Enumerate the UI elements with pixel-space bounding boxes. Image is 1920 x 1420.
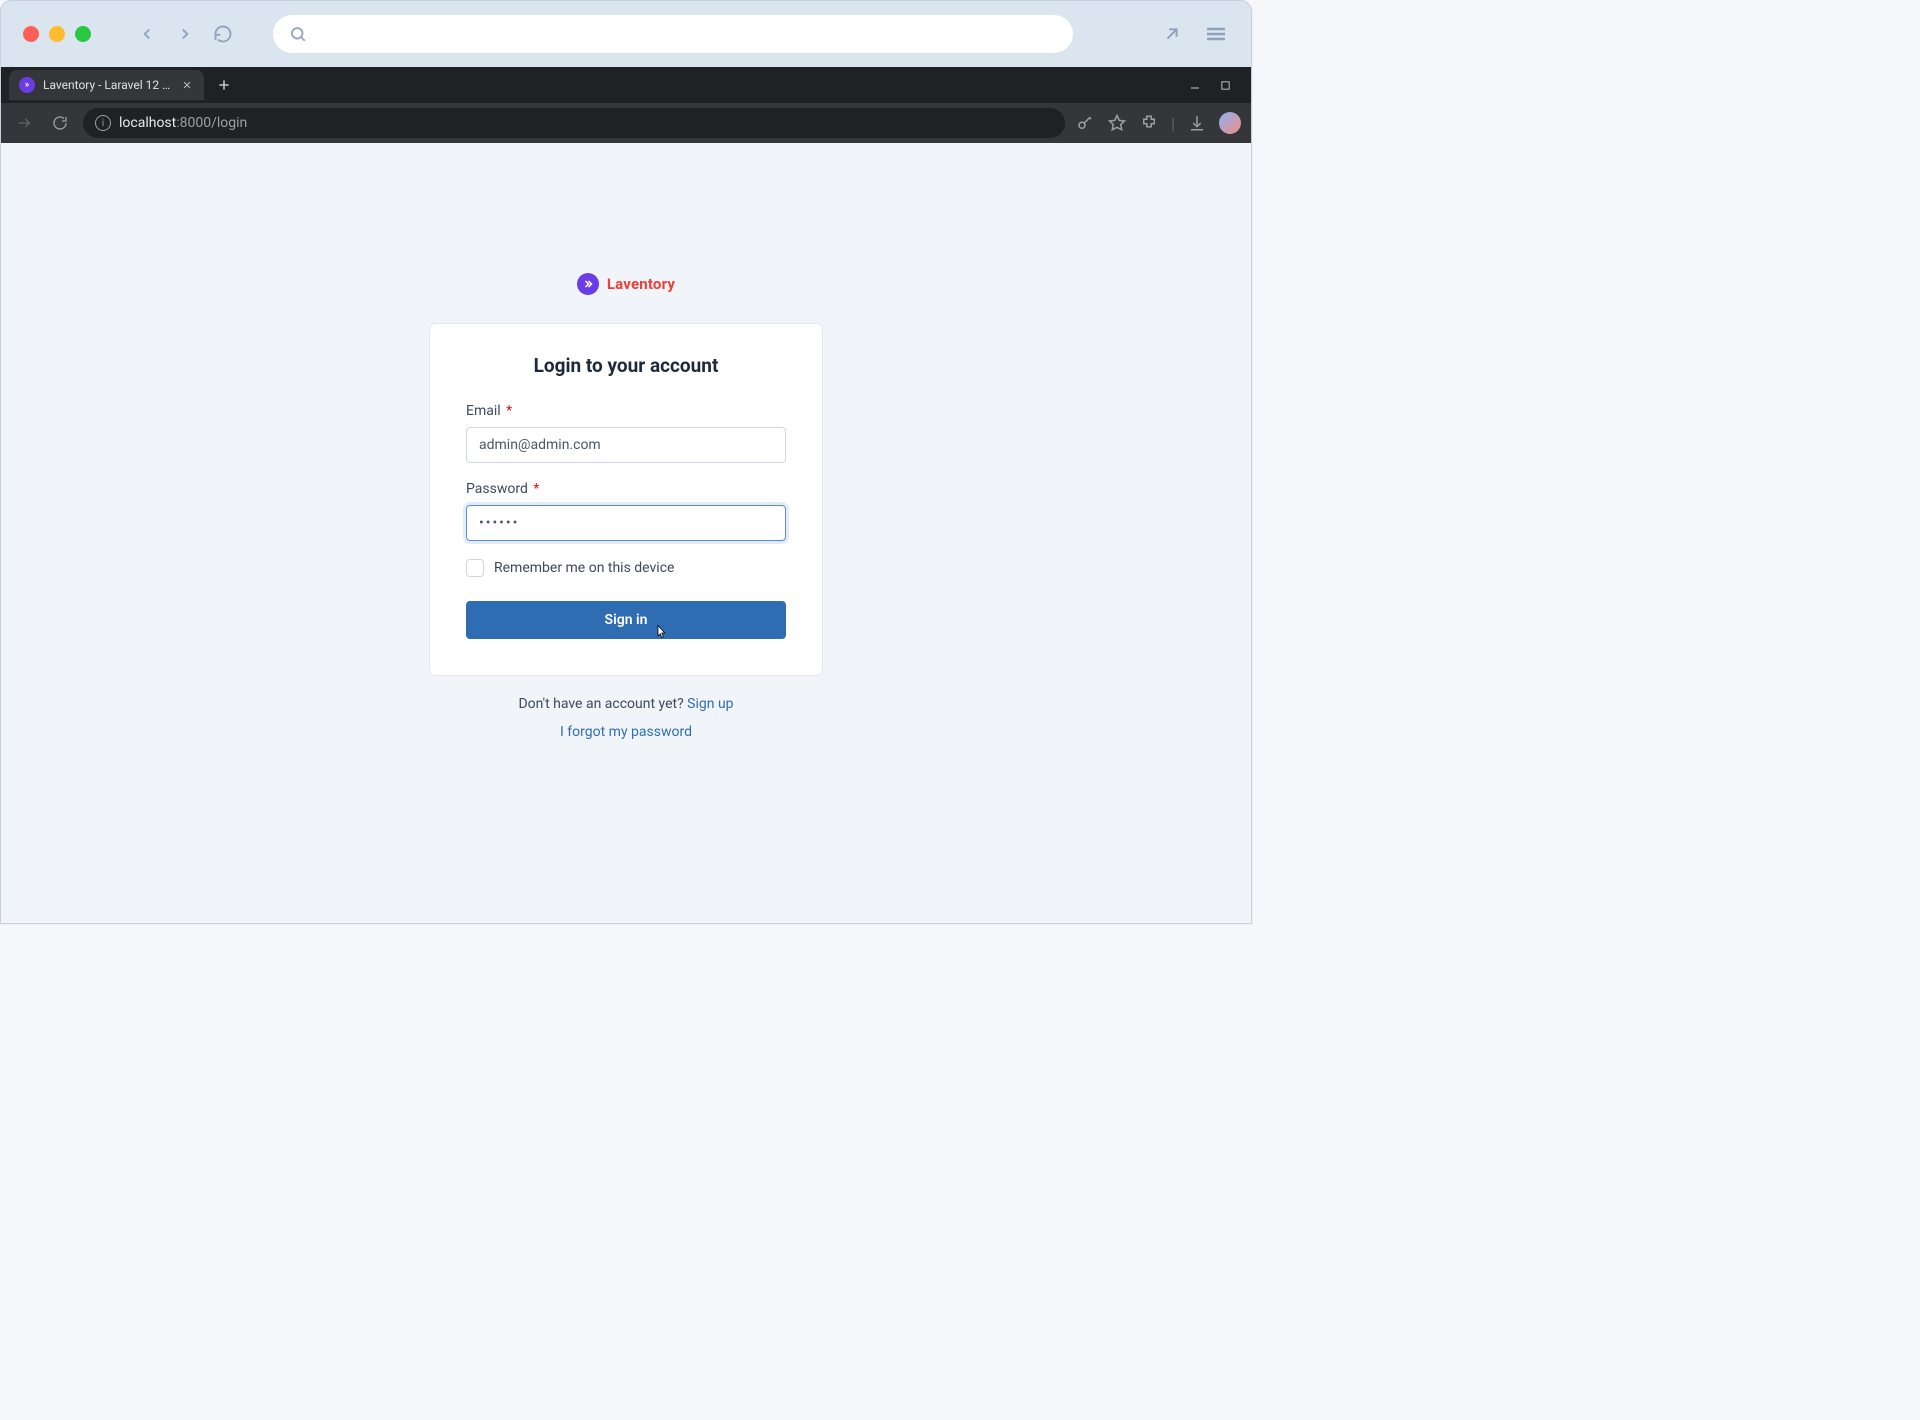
nav-forward-button[interactable] xyxy=(173,22,197,46)
signin-button[interactable]: Sign in xyxy=(466,601,786,639)
traffic-lights xyxy=(23,26,91,42)
menu-icon[interactable] xyxy=(1203,21,1229,47)
os-window: » Laventory - Laravel 12 with Iner xyxy=(0,0,1252,924)
close-window-button[interactable] xyxy=(23,26,39,42)
inner-browser: » Laventory - Laravel 12 with Iner xyxy=(1,67,1251,923)
browser-tab[interactable]: » Laventory - Laravel 12 with Iner xyxy=(9,70,204,100)
signup-row: Don't have an account yet? Sign up xyxy=(518,696,733,712)
profile-avatar[interactable] xyxy=(1219,112,1241,134)
url-field[interactable]: i localhost:8000/login xyxy=(83,108,1065,138)
email-field-group: Email * xyxy=(466,403,786,463)
nav-reload-button[interactable] xyxy=(211,22,235,46)
browser-reload-button[interactable] xyxy=(47,110,73,136)
tab-close-button[interactable] xyxy=(180,78,194,92)
nav-back-button[interactable] xyxy=(135,22,159,46)
window-controls xyxy=(1187,77,1243,93)
minimize-window-button[interactable] xyxy=(49,26,65,42)
password-key-icon[interactable] xyxy=(1075,113,1095,133)
login-heading: Login to your account xyxy=(466,354,786,377)
search-icon xyxy=(289,25,307,43)
site-info-icon[interactable]: i xyxy=(95,115,111,131)
bookmark-star-icon[interactable] xyxy=(1107,113,1127,133)
password-input[interactable] xyxy=(466,505,786,541)
page-content: Laventory Login to your account Email * … xyxy=(1,143,1251,923)
os-titlebar xyxy=(1,1,1251,67)
signup-link[interactable]: Sign up xyxy=(687,696,733,712)
window-minimize-button[interactable] xyxy=(1187,77,1203,93)
extensions-icon[interactable] xyxy=(1139,113,1159,133)
logo-badge-icon xyxy=(577,273,599,295)
os-nav xyxy=(135,22,235,46)
url-text: localhost:8000/login xyxy=(119,115,247,131)
os-right-controls xyxy=(1159,21,1229,47)
address-bar: i localhost:8000/login | xyxy=(1,103,1251,143)
browser-forward-button[interactable] xyxy=(11,110,37,136)
remember-row: Remember me on this device xyxy=(466,559,786,577)
maximize-window-button[interactable] xyxy=(75,26,91,42)
os-search-field[interactable] xyxy=(273,15,1073,53)
window-restore-button[interactable] xyxy=(1217,77,1233,93)
tab-favicon-icon: » xyxy=(19,77,35,93)
password-label: Password * xyxy=(466,481,786,497)
password-field-group: Password * xyxy=(466,481,786,541)
expand-icon[interactable] xyxy=(1159,21,1185,47)
login-card: Login to your account Email * Password *… xyxy=(429,323,823,676)
no-account-text: Don't have an account yet? xyxy=(518,696,687,712)
downloads-icon[interactable] xyxy=(1187,113,1207,133)
remember-checkbox[interactable] xyxy=(466,559,484,577)
tab-strip: » Laventory - Laravel 12 with Iner xyxy=(1,67,1251,103)
email-label: Email * xyxy=(466,403,786,419)
cursor-pointer-icon xyxy=(652,624,670,646)
tab-title: Laventory - Laravel 12 with Iner xyxy=(43,78,172,92)
email-input[interactable] xyxy=(466,427,786,463)
app-logo: Laventory xyxy=(577,273,675,295)
forgot-password-link[interactable]: I forgot my password xyxy=(560,724,692,740)
new-tab-button[interactable] xyxy=(210,71,238,99)
forgot-row: I forgot my password xyxy=(560,724,692,740)
logo-text: Laventory xyxy=(607,275,675,293)
remember-label: Remember me on this device xyxy=(494,560,674,576)
